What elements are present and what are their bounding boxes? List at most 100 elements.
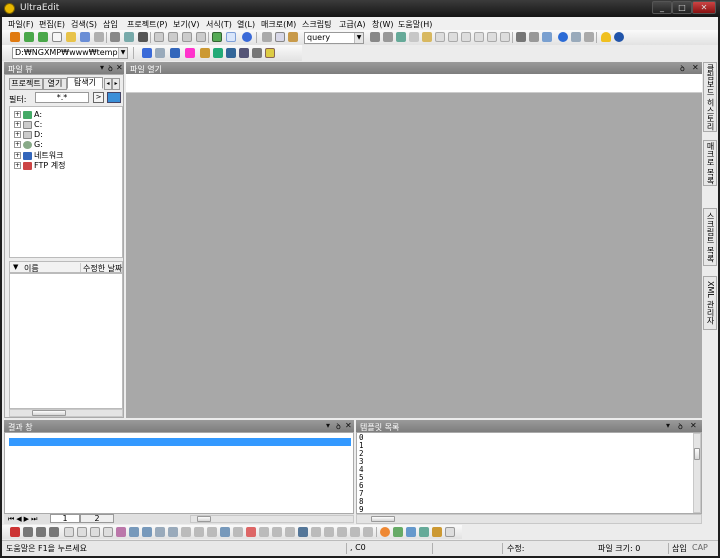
save-icon[interactable] bbox=[80, 32, 90, 42]
word-wrap-icon[interactable] bbox=[154, 32, 164, 42]
menu-project[interactable]: 프로젝트(P) bbox=[127, 19, 168, 30]
folder-browse-icon[interactable] bbox=[107, 92, 121, 103]
input-insert-icon[interactable] bbox=[233, 527, 243, 537]
tab-xml-manager[interactable]: XML 관리자 bbox=[703, 276, 717, 330]
web-icon[interactable] bbox=[558, 32, 568, 42]
scrollbar-thumb[interactable] bbox=[197, 516, 211, 522]
align-right-icon[interactable] bbox=[90, 527, 100, 537]
filter-input[interactable]: *.* bbox=[35, 92, 89, 103]
list-insert-icon[interactable] bbox=[155, 527, 165, 537]
tab-open[interactable]: 열기 bbox=[43, 78, 67, 90]
preview-icon[interactable] bbox=[406, 527, 416, 537]
select-insert-icon[interactable] bbox=[285, 527, 295, 537]
image-insert-icon[interactable] bbox=[129, 527, 139, 537]
tools-icon[interactable] bbox=[584, 32, 594, 42]
menu-help[interactable]: 도움말(H) bbox=[398, 19, 432, 30]
tree-item-c[interactable]: + C: bbox=[14, 120, 42, 129]
output-tab-1[interactable]: 1 bbox=[50, 514, 80, 523]
table-icon[interactable] bbox=[529, 32, 539, 42]
close-icon[interactable]: ✕ bbox=[692, 63, 699, 72]
output-hscrollbar[interactable] bbox=[190, 515, 354, 523]
chevron-left-icon[interactable]: ◂ bbox=[104, 78, 112, 90]
ftp-icon[interactable] bbox=[571, 32, 581, 42]
underline-icon[interactable] bbox=[49, 527, 59, 537]
folder-search-icon[interactable] bbox=[265, 48, 275, 58]
msdn-icon[interactable] bbox=[239, 48, 249, 58]
tree-item-a[interactable]: + A: bbox=[14, 110, 42, 119]
help-icon[interactable] bbox=[614, 32, 624, 42]
menu-macro[interactable]: 매크로(M) bbox=[261, 19, 296, 30]
font-icon[interactable] bbox=[138, 32, 148, 42]
color-picker-icon[interactable] bbox=[380, 527, 390, 537]
toolbar-options-icon[interactable] bbox=[445, 527, 455, 537]
span-insert-icon[interactable] bbox=[194, 527, 204, 537]
tree-item-d[interactable]: + D: bbox=[14, 130, 43, 139]
validate-icon[interactable] bbox=[393, 527, 403, 537]
copy-icon[interactable] bbox=[275, 32, 285, 42]
link-insert-icon[interactable] bbox=[142, 527, 152, 537]
menu-scripting[interactable]: 스크립팅 bbox=[302, 19, 331, 30]
pin-icon[interactable]: ꝺ bbox=[678, 421, 683, 432]
menu-edit[interactable]: 편집(E) bbox=[39, 19, 65, 30]
pin-icon[interactable]: ꝺ bbox=[336, 421, 341, 432]
hex-mode-icon[interactable] bbox=[182, 32, 192, 42]
back-icon[interactable] bbox=[24, 32, 34, 42]
print-icon[interactable] bbox=[110, 32, 120, 42]
checkbox-insert-icon[interactable] bbox=[259, 527, 269, 537]
unindent-icon[interactable] bbox=[461, 32, 471, 42]
radio-insert-icon[interactable] bbox=[272, 527, 282, 537]
frame-insert-icon[interactable] bbox=[220, 527, 230, 537]
chevron-down-icon[interactable]: ▾ bbox=[326, 421, 330, 430]
bookmark-icon[interactable] bbox=[422, 32, 432, 42]
minimize-button[interactable]: _ bbox=[652, 1, 672, 14]
dictionary-icon[interactable] bbox=[185, 48, 195, 58]
code-icon[interactable] bbox=[252, 48, 262, 58]
div-insert-icon[interactable] bbox=[207, 527, 217, 537]
anchor-insert-icon[interactable] bbox=[298, 527, 308, 537]
close-button[interactable]: ✕ bbox=[692, 1, 716, 14]
search-combo[interactable]: query ▼ bbox=[304, 32, 364, 44]
menu-window[interactable]: 창(W) bbox=[372, 19, 394, 30]
tab-project[interactable]: 프로젝트 bbox=[9, 78, 43, 90]
menu-column[interactable]: 열(L) bbox=[237, 19, 255, 30]
chevron-down-icon[interactable]: ▾ bbox=[100, 63, 104, 72]
menu-format[interactable]: 서식(T) bbox=[206, 19, 232, 30]
chevron-down-icon[interactable]: ▼ bbox=[354, 33, 363, 43]
tab-clipboard-history[interactable]: 클립보드 히스토리 bbox=[703, 62, 717, 132]
doctype-insert-icon[interactable] bbox=[363, 527, 373, 537]
wikipedia-icon[interactable] bbox=[170, 48, 180, 58]
scrollbar-thumb[interactable] bbox=[371, 516, 395, 522]
output-selected-line[interactable] bbox=[9, 438, 351, 446]
browser-icon[interactable] bbox=[242, 32, 252, 42]
meta-insert-icon[interactable] bbox=[350, 527, 360, 537]
hr-insert-icon[interactable] bbox=[181, 527, 191, 537]
find-icon[interactable] bbox=[370, 32, 380, 42]
css-icon[interactable] bbox=[432, 527, 442, 537]
replace-icon[interactable] bbox=[396, 32, 406, 42]
html-icon[interactable] bbox=[213, 48, 223, 58]
scrollbar-thumb[interactable] bbox=[32, 410, 66, 416]
italic-icon[interactable] bbox=[36, 527, 46, 537]
new-file-icon[interactable] bbox=[10, 32, 20, 42]
spell-check-icon[interactable] bbox=[212, 32, 222, 42]
tab-macro-list[interactable]: 매크로 목록 bbox=[703, 140, 717, 186]
tree-item-ftp[interactable]: + FTP 계정 bbox=[14, 160, 65, 171]
indent-icon[interactable] bbox=[448, 32, 458, 42]
line-numbers-icon[interactable] bbox=[196, 32, 206, 42]
tab-nav-arrows[interactable]: ⏮◀▶⏭ bbox=[8, 515, 39, 524]
tidy-icon[interactable] bbox=[419, 527, 429, 537]
button-insert-icon[interactable] bbox=[246, 527, 256, 537]
filter-apply-button[interactable]: > bbox=[93, 92, 104, 103]
open-folder-icon[interactable] bbox=[66, 32, 76, 42]
comment-insert-icon[interactable] bbox=[311, 527, 321, 537]
menu-file[interactable]: 파일(F) bbox=[8, 19, 34, 30]
justify-icon[interactable] bbox=[103, 527, 113, 537]
lightbulb-icon[interactable] bbox=[601, 32, 611, 42]
style-insert-icon[interactable] bbox=[324, 527, 334, 537]
menu-advanced[interactable]: 고급(A) bbox=[339, 19, 365, 30]
tab-icon[interactable] bbox=[500, 32, 510, 42]
pin-icon[interactable]: ꝺ bbox=[680, 63, 685, 74]
column-divider[interactable] bbox=[80, 263, 81, 272]
php-icon[interactable] bbox=[200, 48, 210, 58]
path-combo[interactable]: D:₩NGXMP₩www₩template₩C( ▼ bbox=[12, 47, 128, 59]
